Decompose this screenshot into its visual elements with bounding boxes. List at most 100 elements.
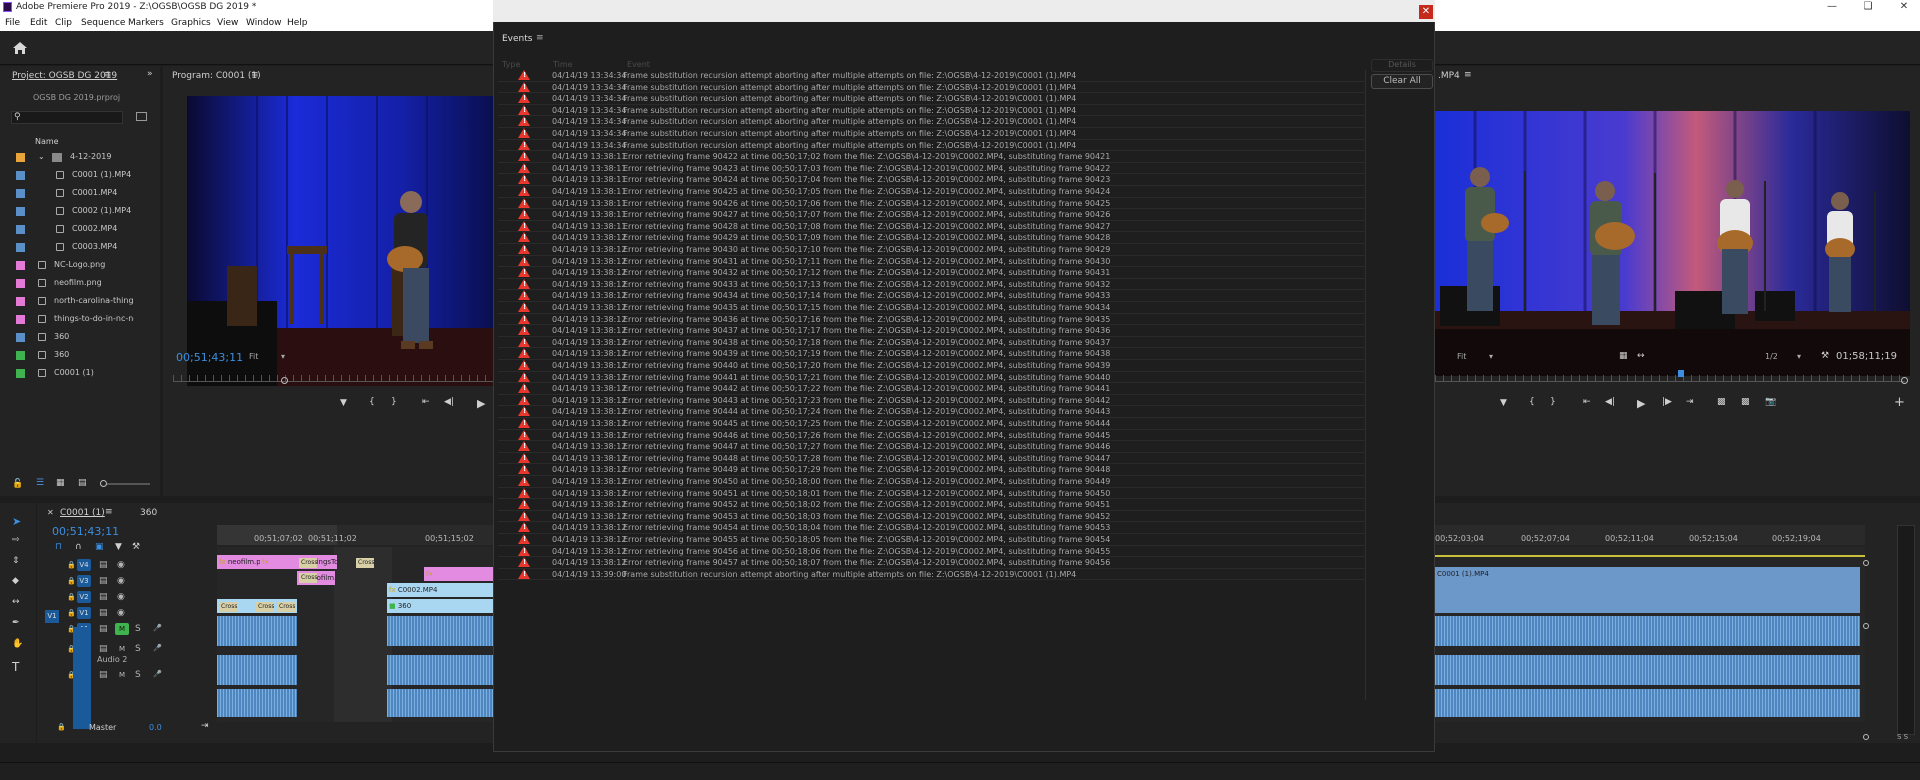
track-lock-icon[interactable]: 🔒: [67, 593, 76, 601]
event-row[interactable]: 04/14/19 13:38:12Error retrieving frame …: [498, 522, 1366, 534]
home-icon[interactable]: [12, 41, 28, 55]
project-item[interactable]: C0002 (1).MP4: [0, 203, 150, 220]
drag-video-icon[interactable]: ▦: [1619, 351, 1628, 361]
microphone-icon[interactable]: 🎤: [153, 670, 162, 678]
insert-icon[interactable]: ▩: [1717, 397, 1726, 407]
events-dialog-titlebar[interactable]: [493, 0, 1435, 22]
toggle-sync-lock-icon[interactable]: ▤: [99, 608, 108, 618]
eye-icon[interactable]: ◉: [117, 608, 125, 618]
program-timecode[interactable]: 00;51;43;11: [176, 351, 243, 364]
label-color-swatch[interactable]: [16, 225, 25, 234]
label-color-swatch[interactable]: [16, 315, 25, 324]
label-color-swatch[interactable]: [16, 189, 25, 198]
track-select-tool-icon[interactable]: ⇨: [12, 535, 20, 545]
freeform-view-icon[interactable]: ▤: [78, 478, 87, 488]
hand-tool-icon[interactable]: ✋: [12, 639, 23, 649]
menu-view[interactable]: View: [217, 18, 238, 28]
timeline-timecode[interactable]: 00;51;43;11: [52, 525, 119, 538]
project-item[interactable]: C0001.MP4: [0, 185, 150, 202]
audio-clip-a1-right[interactable]: [387, 616, 493, 646]
event-row[interactable]: 04/14/19 13:34:34Frame substitution recu…: [498, 70, 1366, 82]
audio-clip-a2[interactable]: [217, 655, 297, 685]
ripple-edit-tool-icon[interactable]: ⇕: [12, 556, 20, 566]
event-row[interactable]: 04/14/19 13:34:34Frame substitution recu…: [498, 116, 1366, 128]
close-sequence-icon[interactable]: ✕: [47, 508, 54, 517]
audio-clip-a3-far[interactable]: [1435, 689, 1860, 717]
selection-tool-icon[interactable]: ➤: [12, 515, 21, 528]
label-color-swatch[interactable]: [16, 333, 25, 342]
project-item[interactable]: 360: [0, 347, 150, 364]
events-list[interactable]: 04/14/19 13:34:34Frame substitution recu…: [498, 70, 1366, 700]
event-row[interactable]: 04/14/19 13:38:12Error retrieving frame …: [498, 232, 1366, 244]
event-row[interactable]: 04/14/19 13:38:12Error retrieving frame …: [498, 290, 1366, 302]
toggle-sync-lock-icon[interactable]: ▤: [99, 576, 108, 586]
mute-button[interactable]: M: [115, 623, 129, 635]
label-color-swatch[interactable]: [16, 171, 25, 180]
label-color-swatch[interactable]: [16, 279, 25, 288]
event-row[interactable]: 04/14/19 13:38:12Error retrieving frame …: [498, 510, 1366, 523]
event-row[interactable]: 04/14/19 13:34:34Frame substitution recu…: [498, 104, 1366, 117]
event-row[interactable]: 04/14/19 13:38:12Error retrieving frame …: [498, 313, 1366, 326]
source-playhead[interactable]: [1678, 370, 1684, 377]
eye-icon[interactable]: ◉: [117, 592, 125, 602]
label-color-swatch[interactable]: [16, 261, 25, 270]
label-color-swatch[interactable]: [16, 207, 25, 216]
v-scroll-handle[interactable]: [1863, 560, 1869, 566]
audio-clip-a3[interactable]: [217, 689, 297, 717]
clear-all-button[interactable]: Clear All: [1371, 74, 1433, 89]
source-timecode[interactable]: 01;58;11;19: [1836, 351, 1897, 362]
event-row[interactable]: 04/14/19 13:38:12Error retrieving frame …: [498, 418, 1366, 430]
label-color-swatch[interactable]: [16, 351, 25, 360]
lock-icon[interactable]: 🔓: [12, 479, 23, 489]
drag-audio-icon[interactable]: ↔: [1637, 351, 1645, 361]
solo-button[interactable]: S: [135, 670, 141, 680]
cross-dissolve[interactable]: Cross: [277, 602, 295, 612]
project-item[interactable]: things-to-do-in-nc-ne: [0, 311, 150, 328]
event-row[interactable]: 04/14/19 13:38:12Error retrieving frame …: [498, 534, 1366, 546]
clip-pink-right[interactable]: fx: [424, 567, 493, 581]
source-scrub-bar[interactable]: [1435, 381, 1905, 382]
menu-window[interactable]: Window: [246, 18, 282, 28]
solo-button[interactable]: S: [135, 644, 141, 654]
event-row[interactable]: 04/14/19 13:38:11Error retrieving frame …: [498, 197, 1366, 210]
project-search-input[interactable]: [11, 111, 123, 124]
a-scroll-handle[interactable]: [1863, 623, 1869, 629]
event-row[interactable]: 04/14/19 13:34:34Frame substitution recu…: [498, 81, 1366, 94]
program-tab[interactable]: Program: C0001 (1): [172, 71, 261, 81]
project-tab[interactable]: Project: OGSB DG 2019: [12, 71, 117, 81]
icon-view-icon[interactable]: ▦: [56, 478, 65, 488]
go-to-out-icon[interactable]: ⇥: [1686, 397, 1694, 407]
event-row[interactable]: 04/14/19 13:38:12Error retrieving frame …: [498, 394, 1366, 407]
clip-v1-right[interactable]: [1435, 599, 1860, 613]
label-color-swatch[interactable]: [16, 153, 25, 162]
h-scroll-handle[interactable]: [1863, 734, 1869, 740]
program-menu-icon[interactable]: ≡: [251, 70, 259, 80]
project-item[interactable]: NC-Logo.png: [0, 257, 150, 274]
event-row[interactable]: 04/14/19 13:38:11Error retrieving frame …: [498, 174, 1366, 186]
source-fit-dropdown[interactable]: Fit ▾: [1457, 352, 1499, 363]
zoom-handle[interactable]: [281, 377, 288, 384]
event-row[interactable]: 04/14/19 13:38:12Error retrieving frame …: [498, 487, 1366, 500]
col-time-header[interactable]: Time: [553, 60, 573, 69]
project-item[interactable]: neofilm.png: [0, 275, 150, 292]
eye-icon[interactable]: ◉: [117, 576, 125, 586]
event-row[interactable]: 04/14/19 13:38:11Error retrieving frame …: [498, 186, 1366, 198]
menu-sequence[interactable]: Sequence: [81, 18, 125, 28]
sequence-tab[interactable]: C0001 (1): [60, 508, 105, 518]
solo-button[interactable]: S: [135, 624, 141, 634]
menu-clip[interactable]: Clip: [55, 18, 72, 28]
chevron-down-icon[interactable]: ⌄: [38, 152, 45, 161]
event-row[interactable]: 04/14/19 13:38:12Error retrieving frame …: [498, 255, 1366, 268]
track-target-label[interactable]: V2: [77, 591, 91, 603]
zoom-slider-handle[interactable]: [100, 480, 107, 487]
event-row[interactable]: 04/14/19 13:38:12Error retrieving frame …: [498, 545, 1366, 558]
event-row[interactable]: 04/14/19 13:38:11Error retrieving frame …: [498, 162, 1366, 175]
step-back-icon[interactable]: ◀|: [1605, 397, 1615, 407]
event-row[interactable]: 04/14/19 13:38:12Error retrieving frame …: [498, 244, 1366, 256]
project-item[interactable]: C0001 (1).MP4: [0, 167, 150, 184]
play-icon[interactable]: ▶: [477, 397, 485, 410]
source-tab[interactable]: .MP4: [1438, 71, 1460, 81]
menu-markers[interactable]: Markers: [128, 18, 164, 28]
source-menu-icon[interactable]: ≡: [1464, 70, 1472, 80]
track-target-label[interactable]: V1: [77, 607, 91, 619]
